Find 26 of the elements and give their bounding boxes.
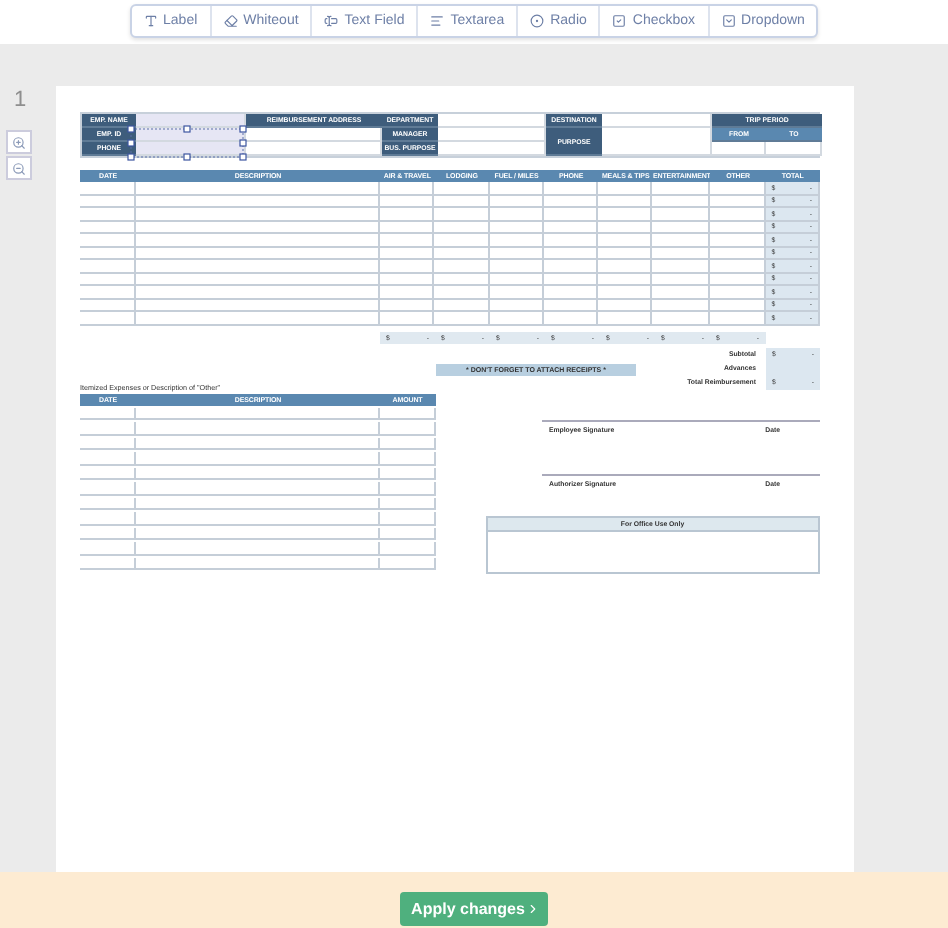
radio-icon — [530, 14, 545, 28]
dropdown-icon — [721, 14, 736, 28]
checkbox-icon — [612, 14, 627, 28]
text-field[interactable] — [602, 128, 712, 156]
text-field-icon — [324, 14, 339, 28]
zoom-in-button[interactable] — [6, 130, 32, 154]
selection-frame-drawing[interactable] — [128, 126, 248, 160]
chevron-icon — [526, 901, 541, 915]
text-field[interactable] — [438, 142, 546, 156]
text-field[interactable] — [246, 142, 382, 156]
textarea-icon — [430, 14, 445, 28]
text-field[interactable] — [438, 114, 546, 128]
text-field[interactable] — [766, 142, 822, 156]
page-number: 1 — [13, 88, 27, 112]
text-field[interactable] — [136, 142, 246, 156]
zoom-in-icon — [12, 135, 26, 149]
text-field[interactable] — [712, 142, 766, 156]
text-field[interactable] — [246, 128, 382, 142]
text-field[interactable] — [136, 114, 246, 128]
text-icon — [143, 14, 158, 28]
zoom-out-icon — [12, 161, 26, 175]
eraser-icon — [223, 14, 238, 28]
text-field[interactable] — [438, 128, 546, 142]
apply-button[interactable]: Apply changes — [399, 891, 549, 925]
text-field[interactable] — [602, 114, 712, 128]
zoom-out-button[interactable] — [6, 156, 32, 180]
